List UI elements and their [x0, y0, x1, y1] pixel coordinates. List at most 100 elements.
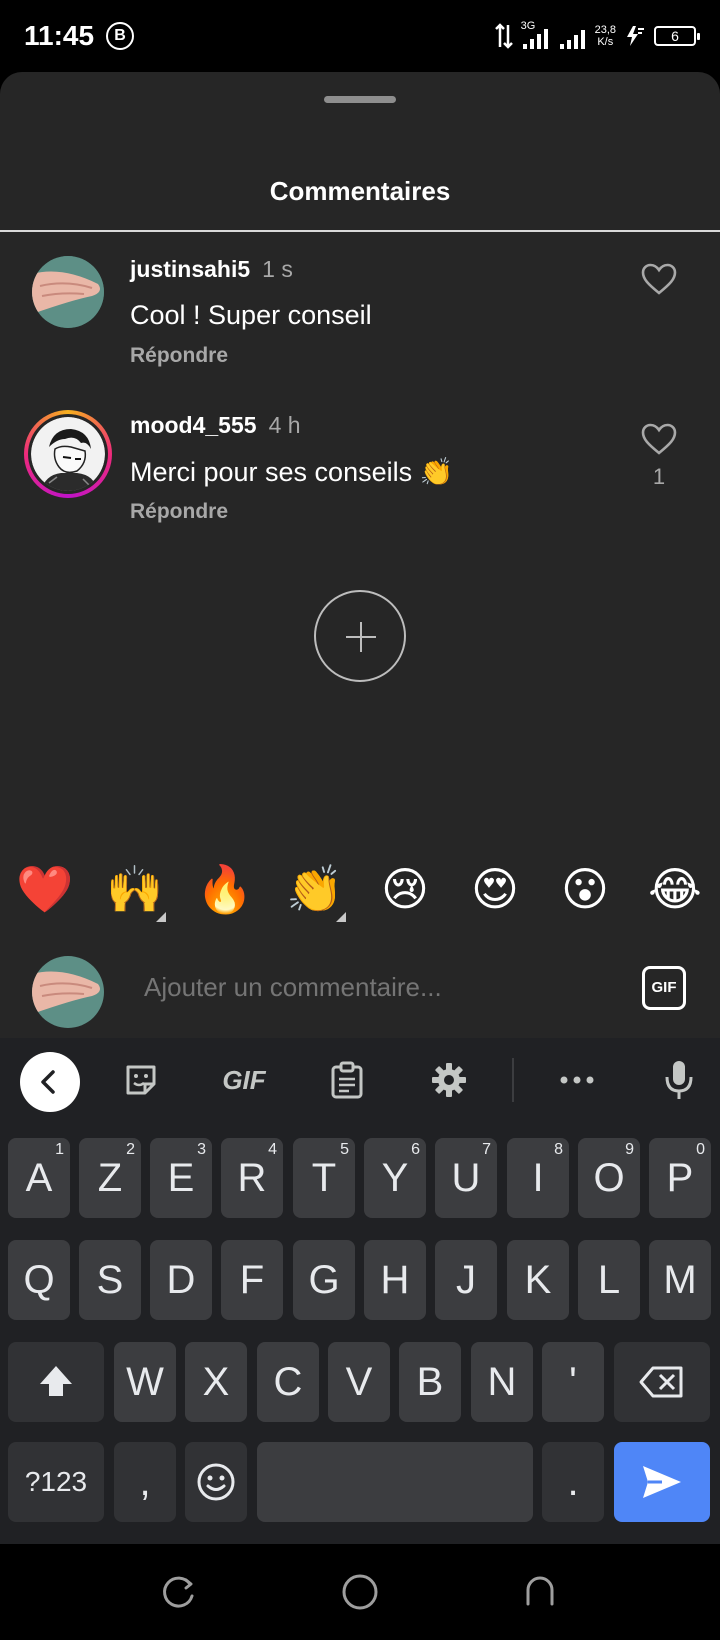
signal-3g-icon: 3G — [521, 20, 551, 50]
key-k[interactable]: K — [507, 1240, 569, 1320]
emoji-surprised[interactable]: 😮 — [548, 852, 622, 926]
key-m[interactable]: M — [649, 1240, 711, 1320]
keyboard: GIF A 1 Z 2 E 3 R 4 T 5 Y 6 U 7 I 8 O 9 … — [0, 1038, 720, 1544]
key-s[interactable]: S — [79, 1240, 141, 1320]
emoji-clapping[interactable]: 👏 — [278, 852, 352, 926]
skin-tone-indicator — [156, 912, 166, 922]
comment-input-row: GIF — [0, 942, 720, 1038]
key-y[interactable]: Y6 — [364, 1138, 426, 1218]
comment-item: justinsahi5 1 s Cool ! Super conseil Répo… — [0, 244, 720, 367]
comma-key[interactable]: , — [114, 1442, 176, 1522]
avatar[interactable] — [32, 256, 104, 328]
manga-avatar-image — [31, 417, 105, 491]
key-t[interactable]: T5 — [293, 1138, 355, 1218]
key-i[interactable]: I8 — [507, 1138, 569, 1218]
key-f[interactable]: F — [221, 1240, 283, 1320]
like-count: 1 — [652, 464, 666, 489]
comment-item: mood4_555 4 h Merci pour ses conseils 👏 R… — [0, 404, 720, 524]
add-more-button[interactable] — [314, 590, 406, 682]
sticker-icon — [126, 1065, 156, 1095]
emoji-fire[interactable]: 🔥 — [188, 852, 262, 926]
key-e[interactable]: E3 — [150, 1138, 212, 1218]
comment-input[interactable] — [144, 972, 594, 1003]
charging-icon — [627, 26, 644, 46]
key-b[interactable]: B — [399, 1342, 461, 1422]
key-apostrophe[interactable]: ' — [542, 1342, 604, 1422]
clipboard-button[interactable] — [322, 1050, 372, 1110]
symbols-key[interactable]: ?123 — [8, 1442, 104, 1522]
recent-apps-icon[interactable] — [160, 1574, 200, 1614]
key-h[interactable]: H — [364, 1240, 426, 1320]
comment-time: 1 s — [262, 256, 293, 282]
emoji-crying[interactable]: 😢 — [368, 852, 442, 926]
voice-input-button[interactable] — [654, 1050, 704, 1110]
reply-button[interactable]: Répondre — [130, 344, 228, 368]
avatar-story-ring[interactable] — [24, 410, 112, 498]
more-options-button[interactable] — [552, 1050, 602, 1110]
navigation-bar — [0, 1544, 720, 1640]
like-heart-icon[interactable] — [640, 422, 678, 456]
reply-button[interactable]: Répondre — [130, 500, 228, 524]
status-bar: 11:45 B 3G 23,8 K/s 6 — [0, 0, 720, 72]
battery-icon: 6 — [654, 26, 700, 46]
gif-button[interactable]: GIF — [642, 966, 686, 1010]
key-p[interactable]: P0 — [649, 1138, 711, 1218]
comment-time: 4 h — [268, 412, 301, 438]
key-v[interactable]: V — [328, 1342, 390, 1422]
gear-icon — [432, 1063, 466, 1097]
smiley-icon — [197, 1463, 235, 1501]
sheet-drag-handle[interactable] — [324, 96, 396, 103]
space-key[interactable] — [257, 1442, 533, 1522]
comment-text: Cool ! Super conseil — [130, 300, 372, 330]
period-key[interactable]: . — [542, 1442, 604, 1522]
emoji-reaction-bar: ❤️ 🙌 🔥 👏 😢 😍 😮 😂 — [0, 852, 720, 926]
back-icon[interactable] — [520, 1572, 560, 1612]
sticker-button[interactable] — [116, 1050, 166, 1110]
emoji-heart[interactable]: ❤️ — [8, 852, 82, 926]
keyboard-gif-button[interactable]: GIF — [212, 1050, 276, 1110]
send-arrow-icon — [643, 1466, 681, 1498]
backspace-key[interactable] — [614, 1342, 710, 1422]
toolbar-divider — [512, 1058, 514, 1102]
emoji-laughing[interactable]: 😂 — [638, 852, 712, 926]
key-u[interactable]: U7 — [435, 1138, 497, 1218]
keyboard-collapse-button[interactable] — [20, 1052, 80, 1112]
shift-key[interactable] — [8, 1342, 104, 1422]
like-heart-icon[interactable] — [640, 262, 678, 296]
more-dots-icon — [560, 1076, 594, 1084]
key-r[interactable]: R4 — [221, 1138, 283, 1218]
key-x[interactable]: X — [185, 1342, 247, 1422]
key-g[interactable]: G — [293, 1240, 355, 1320]
key-n[interactable]: N — [471, 1342, 533, 1422]
emoji-raised-hands[interactable]: 🙌 — [98, 852, 172, 926]
current-user-avatar — [32, 956, 104, 1028]
key-j[interactable]: J — [435, 1240, 497, 1320]
key-q[interactable]: Q — [8, 1240, 70, 1320]
sheet-title: Commentaires — [269, 176, 451, 206]
data-transfer-icon — [494, 23, 513, 49]
signal-icon — [559, 30, 585, 49]
emoji-heart-eyes[interactable]: 😍 — [458, 852, 532, 926]
key-o[interactable]: O9 — [578, 1138, 640, 1218]
comments-sheet: Commentaires justinsahi5 1 s Cool ! Super… — [0, 72, 720, 1038]
clipboard-icon — [331, 1061, 363, 1099]
comment-text: Merci pour ses conseils 👏 — [130, 457, 454, 487]
settings-button[interactable] — [424, 1050, 474, 1110]
emoji-key[interactable] — [185, 1442, 247, 1522]
key-a[interactable]: A1 — [8, 1138, 70, 1218]
key-z[interactable]: Z2 — [79, 1138, 141, 1218]
comment-username[interactable]: mood4_555 4 h — [130, 412, 301, 439]
key-c[interactable]: C — [257, 1342, 319, 1422]
key-l[interactable]: L — [578, 1240, 640, 1320]
microphone-icon — [665, 1061, 693, 1099]
sheet-divider — [0, 230, 720, 232]
b-notification-icon: B — [106, 22, 134, 50]
status-icons: 3G 23,8 K/s 6 — [494, 18, 700, 54]
comment-username[interactable]: justinsahi5 1 s — [130, 256, 293, 283]
network-speed: 23,8 K/s — [594, 24, 616, 48]
key-w[interactable]: W — [114, 1342, 176, 1422]
key-d[interactable]: D — [150, 1240, 212, 1320]
send-key[interactable] — [614, 1442, 710, 1522]
chevron-left-icon — [41, 1070, 55, 1094]
home-icon[interactable] — [340, 1572, 380, 1612]
